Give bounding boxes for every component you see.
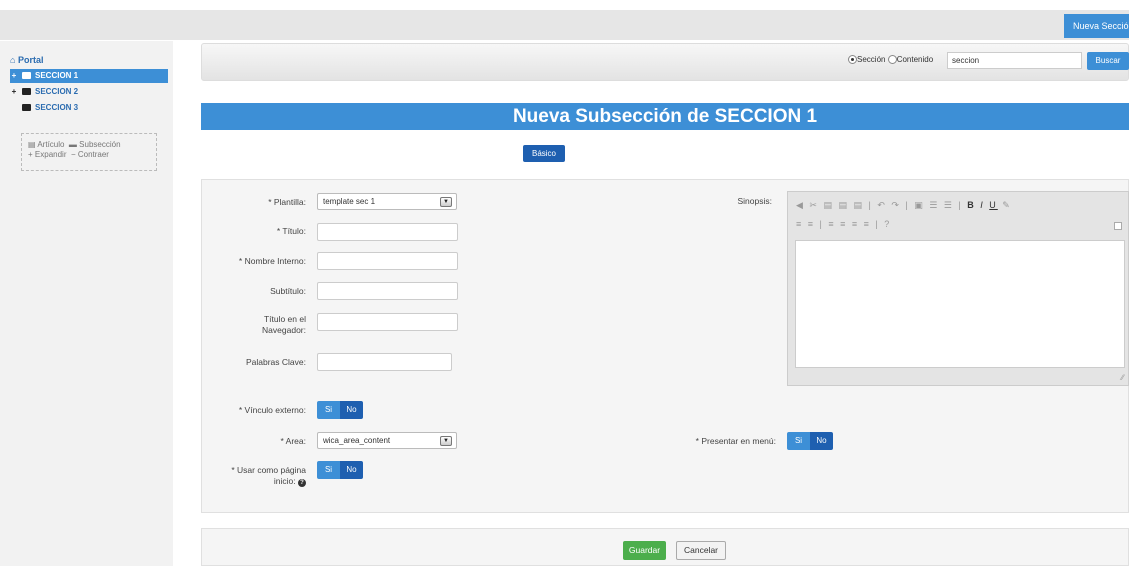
sidebar-item-seccion-3[interactable]: SECCION 3 (10, 101, 168, 115)
plantilla-label: * Plantilla: (268, 197, 306, 207)
editor-toolbar-row-1[interactable]: ◀ ✂ ▤ ▤ ▤ | ↶ ↷ | ▣ ☰ ☰ | B I U ✎ (796, 200, 1012, 211)
presentar-menu-toggle[interactable]: Si No (787, 432, 833, 450)
area-value: wica_area_content (323, 436, 391, 445)
search-bar: Sección Contenido seccion Buscar (201, 43, 1129, 81)
save-button[interactable]: Guardar (623, 541, 666, 560)
search-type-radios: Sección Contenido (848, 55, 934, 65)
editor-expand-icon[interactable] (1114, 222, 1122, 230)
sinopsis-label: Sinopsis: (737, 196, 773, 206)
presentar-menu-label: * Presentar en menú: (695, 436, 776, 446)
page-title: Nueva Subsección de SECCION 1 (201, 103, 1129, 130)
usar-inicio-text: * Usar como página inicio: (231, 465, 306, 486)
titulo-label: * Título: (276, 226, 306, 236)
sidebar-item-label: SECCION 3 (35, 103, 79, 112)
toggle-si[interactable]: Si (317, 461, 340, 479)
home-icon: ⌂ (10, 55, 16, 65)
folder-icon (22, 88, 31, 96)
article-icon: ▤ (28, 140, 36, 149)
area-label: * Area: (280, 436, 306, 446)
expand-icon[interactable]: + (10, 69, 18, 83)
palabras-clave-field[interactable] (317, 353, 452, 371)
info-icon[interactable]: ? (298, 479, 306, 487)
resize-handle-icon[interactable]: ∕∕ (1121, 373, 1124, 382)
nombre-interno-field[interactable] (317, 252, 458, 270)
legend-subseccion: Subsección (79, 140, 121, 149)
folder-icon: ▬ (68, 140, 77, 149)
sidebar-item-label: SECCION 2 (35, 87, 79, 96)
folder-icon (22, 104, 31, 112)
sidebar-item-label: SECCION 1 (35, 71, 79, 80)
search-input[interactable]: seccion (947, 52, 1082, 69)
portal-link[interactable]: ⌂ Portal (10, 55, 43, 65)
radio-seccion-label: Sección (857, 55, 886, 64)
palabras-clave-label: Palabras Clave: (245, 357, 306, 367)
portal-label: Portal (17, 55, 44, 65)
radio-contenido[interactable] (887, 55, 897, 65)
new-section-button[interactable]: Nueva Sección (1064, 14, 1129, 38)
vinculo-externo-toggle[interactable]: Si No (317, 401, 363, 419)
tree-legend: ▤ Artículo ▬ Subsección + Expandir − Con… (21, 133, 157, 171)
toggle-no[interactable]: No (340, 461, 363, 479)
titulo-field[interactable] (317, 223, 458, 241)
minus-icon: − (70, 150, 76, 159)
legend-articulo: Artículo (37, 140, 65, 149)
plus-icon: + (28, 150, 33, 159)
plantilla-select[interactable]: template sec 1 ▼ (317, 193, 457, 210)
usar-inicio-toggle[interactable]: Si No (317, 461, 363, 479)
nombre-interno-label: * Nombre Interno: (238, 256, 306, 266)
legend-contraer: Contraer (77, 150, 109, 159)
sinopsis-editor[interactable]: ◀ ✂ ▤ ▤ ▤ | ↶ ↷ | ▣ ☰ ☰ | B I U ✎ ≡ ≡ | … (787, 191, 1129, 386)
top-bar (0, 10, 1129, 40)
form-footer: Guardar Cancelar (201, 528, 1129, 566)
toggle-no[interactable]: No (810, 432, 833, 450)
cancel-button[interactable]: Cancelar (676, 541, 726, 560)
chevron-down-icon: ▼ (440, 197, 452, 207)
subtitulo-label: Subtítulo: (270, 286, 306, 296)
expand-icon[interactable]: + (10, 85, 18, 99)
legend-expandir: Expandir (34, 150, 67, 159)
folder-open-icon (22, 72, 31, 80)
toggle-no[interactable]: No (340, 401, 363, 419)
vinculo-externo-label: * Vínculo externo: (238, 405, 306, 415)
subtitulo-field[interactable] (317, 282, 458, 300)
titulo-navegador-field[interactable] (317, 313, 458, 331)
titulo-navegador-label: Título en el Navegador: (262, 314, 306, 335)
plantilla-value: template sec 1 (323, 197, 376, 206)
sinopsis-textarea[interactable] (795, 240, 1125, 368)
usar-inicio-label: * Usar como página inicio: ? (220, 465, 306, 487)
sidebar: ⌂ Portal + SECCION 1 + SECCION 2 SECCION 3… (0, 41, 173, 566)
search-button[interactable]: Buscar (1087, 52, 1129, 70)
editor-toolbar-row-2[interactable]: ≡ ≡ | ≡ ≡ ≡ ≡ | ? (796, 219, 891, 229)
radio-seccion[interactable] (848, 55, 857, 65)
radio-contenido-label: Contenido (896, 55, 934, 64)
chevron-down-icon: ▼ (440, 436, 452, 446)
sidebar-item-seccion-1[interactable]: + SECCION 1 (10, 69, 168, 83)
toggle-si[interactable]: Si (787, 432, 810, 450)
sidebar-item-seccion-2[interactable]: + SECCION 2 (10, 85, 168, 99)
tab-basico[interactable]: Básico (523, 145, 565, 162)
toggle-si[interactable]: Si (317, 401, 340, 419)
area-select[interactable]: wica_area_content ▼ (317, 432, 457, 449)
